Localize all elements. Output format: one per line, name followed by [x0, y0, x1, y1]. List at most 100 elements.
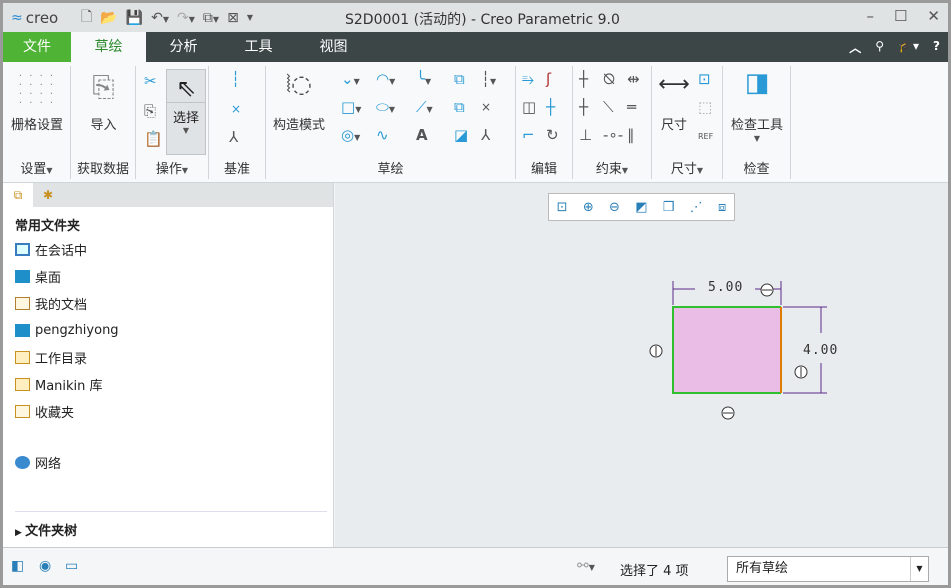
model-tree-tab[interactable]: ⧉ — [3, 183, 33, 207]
circle-icon[interactable]: ◎▼ — [341, 126, 360, 147]
grid-settings-button[interactable]: 栅格设置 — [3, 114, 71, 133]
tab-view[interactable]: 视图 — [296, 32, 371, 62]
selection-count: 选择了 4 项 — [620, 564, 689, 579]
construction-point-icon[interactable]: × — [481, 98, 491, 116]
tab-tools[interactable]: 工具 — [221, 32, 296, 62]
paste-icon[interactable]: 📋 — [144, 130, 163, 148]
regenerate-icon[interactable]: ⧉▼ — [203, 10, 219, 26]
rotate-resize-icon[interactable]: ↻ — [546, 126, 559, 144]
centerline-icon[interactable]: ┆ — [231, 70, 240, 88]
dimension-icon: ⟷ — [658, 72, 690, 97]
point-icon[interactable]: × — [231, 100, 241, 118]
show-navigator-icon[interactable]: ◧ — [11, 558, 24, 574]
tab-file[interactable]: 文件 — [3, 32, 71, 62]
tab-sketch[interactable]: 草绘 — [71, 32, 146, 62]
folder-desktop[interactable]: 桌面 — [3, 263, 333, 290]
fillet-icon[interactable]: ╰▼ — [416, 70, 431, 91]
dimension-group-label[interactable]: 尺寸▼ — [652, 158, 722, 177]
selection-filter[interactable]: 所有草绘 ▼ — [727, 556, 929, 582]
line-icon[interactable]: ⌄▼ — [341, 70, 360, 91]
delete-segment-icon[interactable]: ʃ — [546, 70, 551, 88]
width-dimension[interactable]: 5.00 — [708, 280, 743, 295]
minimize-button[interactable]: – — [866, 7, 874, 25]
close-button[interactable]: ✕ — [927, 7, 940, 25]
status-bar: ◧ ◉ ▭ ⚯▼ 选择了 4 项 所有草绘 ▼ — [3, 547, 948, 585]
inspect-tools-button[interactable]: 检查工具 — [723, 114, 791, 133]
folder-favorites[interactable]: 收藏夹 — [3, 398, 333, 425]
offset-icon[interactable]: ⧉ — [454, 70, 465, 88]
select-button[interactable]: ⇖ 选择 ▼ — [166, 69, 206, 155]
save-icon[interactable]: 💾 — [126, 10, 143, 26]
perimeter-icon[interactable]: ⊡ — [698, 70, 711, 88]
text-icon[interactable]: A — [416, 126, 428, 144]
search-icon[interactable]: ⚲ — [875, 39, 884, 56]
copy-icon[interactable]: ⎘ — [144, 102, 156, 120]
spline-icon[interactable]: ∿ — [376, 126, 389, 144]
chamfer-icon[interactable]: ⟋▼ — [416, 98, 433, 119]
midpoint-constraint-icon[interactable]: -∘- — [603, 126, 623, 144]
favorites-tab[interactable]: ✱ — [33, 183, 63, 207]
import-button[interactable]: 导入 — [71, 114, 136, 133]
height-dimension[interactable]: 4.00 — [803, 343, 838, 358]
reference-dimension-icon[interactable]: REF — [698, 128, 713, 146]
show-browser-icon[interactable]: ◉ — [39, 558, 51, 574]
group-constrain: ┼ ⦰ ⇹ ┼ ⟍ ═ ⊥ -∘- ∥ 约束▼ — [573, 66, 652, 179]
vertical-constraint-icon[interactable]: ┼ — [579, 70, 588, 88]
palette-icon[interactable]: ◪ — [454, 126, 468, 144]
open-icon[interactable]: 📂 — [100, 10, 117, 26]
folder-tree-toggle[interactable]: ▶ 文件夹树 — [15, 511, 327, 539]
modify-icon[interactable]: ⥱ — [522, 70, 534, 88]
fullscreen-icon[interactable]: ▭ — [65, 558, 78, 574]
folder-in-session[interactable]: 在会话中 — [3, 236, 333, 263]
coincident-constraint-icon[interactable]: ⟍ — [603, 98, 614, 116]
corner-icon[interactable]: ⌐ — [522, 126, 535, 144]
folder-user[interactable]: pengzhiyong — [3, 317, 333, 344]
grid-icon: · · · · · · · · · · · · · · · · — [18, 71, 56, 109]
undo-icon[interactable]: ↶▼ — [151, 10, 169, 26]
folder-working-directory[interactable]: 工作目录 — [3, 344, 333, 371]
mirror-icon[interactable]: ◫ — [522, 98, 536, 116]
close-window-icon[interactable]: ⊠ — [227, 10, 239, 26]
divide-icon[interactable]: ┼ — [546, 98, 555, 116]
folder-network[interactable]: 网络 — [3, 449, 333, 476]
coordinate-system-icon[interactable]: ⅄ — [229, 128, 238, 146]
collapse-ribbon-icon[interactable]: ︿ — [849, 39, 861, 56]
perpendicular-constraint-icon[interactable]: ⊥ — [579, 126, 592, 144]
construction-centerline-icon[interactable]: ┆▼ — [481, 70, 496, 91]
tab-analysis[interactable]: 分析 — [146, 32, 221, 62]
dimension-button[interactable]: 尺寸 — [654, 114, 694, 133]
group-operations: ✂ ⎘ 📋 ⇖ 选择 ▼ 操作▼ — [136, 66, 209, 179]
folder-documents[interactable]: 我的文档 — [3, 290, 333, 317]
tangent-constraint-icon[interactable]: ⦰ — [603, 70, 615, 88]
find-icon[interactable]: ⚯▼ — [577, 558, 595, 574]
horizontal-constraint-icon[interactable]: ┼ — [579, 98, 588, 116]
learning-icon[interactable]: 🎓▾ — [898, 39, 919, 56]
arc-icon[interactable]: ◠▼ — [376, 70, 395, 91]
redo-icon[interactable]: ↷▼ — [177, 10, 195, 26]
network-icon — [15, 456, 30, 469]
constrain-group-label[interactable]: 约束▼ — [573, 158, 651, 177]
operations-group-label[interactable]: 操作▼ — [136, 158, 208, 177]
sketch-rectangle[interactable] — [673, 307, 781, 393]
symmetric-constraint-icon[interactable]: ⇹ — [627, 70, 640, 88]
parallel-constraint-icon[interactable]: ∥ — [627, 126, 635, 144]
maximize-button[interactable]: ☐ — [894, 7, 907, 25]
group-sketch: ⦚◌ 构造模式 ⌄▼ ◠▼ ╰▼ ⧉ ┆▼ □▼ ⬭▼ ⟋▼ ⧉ × ◎▼ ∿ … — [266, 66, 516, 179]
thicken-icon[interactable]: ⧉ — [454, 98, 465, 116]
baseline-icon[interactable]: ⬚ — [698, 98, 712, 116]
graphics-area[interactable]: ⊡ ⊕ ⊖ ◩ ❒ ⋰ ⧈ 5.00 4.00 — [335, 183, 948, 547]
rectangle-icon[interactable]: □▼ — [341, 98, 361, 119]
settings-group-label[interactable]: 设置▼ — [3, 158, 70, 177]
equal-constraint-icon[interactable]: ═ — [627, 98, 636, 116]
cut-icon[interactable]: ✂ — [144, 72, 157, 90]
datum-group-label: 基准 — [223, 162, 250, 177]
ellipse-icon[interactable]: ⬭▼ — [376, 98, 395, 119]
customize-icon[interactable]: ▼ — [247, 13, 253, 22]
construction-csys-icon[interactable]: ⅄ — [481, 126, 490, 144]
new-icon[interactable]: 🗋 — [81, 6, 92, 30]
inspect-dropdown[interactable]: ▼ — [723, 134, 791, 143]
creo-logo: ≈ creo — [11, 8, 59, 27]
help-icon[interactable]: ? — [933, 39, 940, 56]
folder-manikin-library[interactable]: Manikin 库 — [3, 371, 333, 398]
construction-mode-button[interactable]: 构造模式 — [268, 114, 330, 133]
